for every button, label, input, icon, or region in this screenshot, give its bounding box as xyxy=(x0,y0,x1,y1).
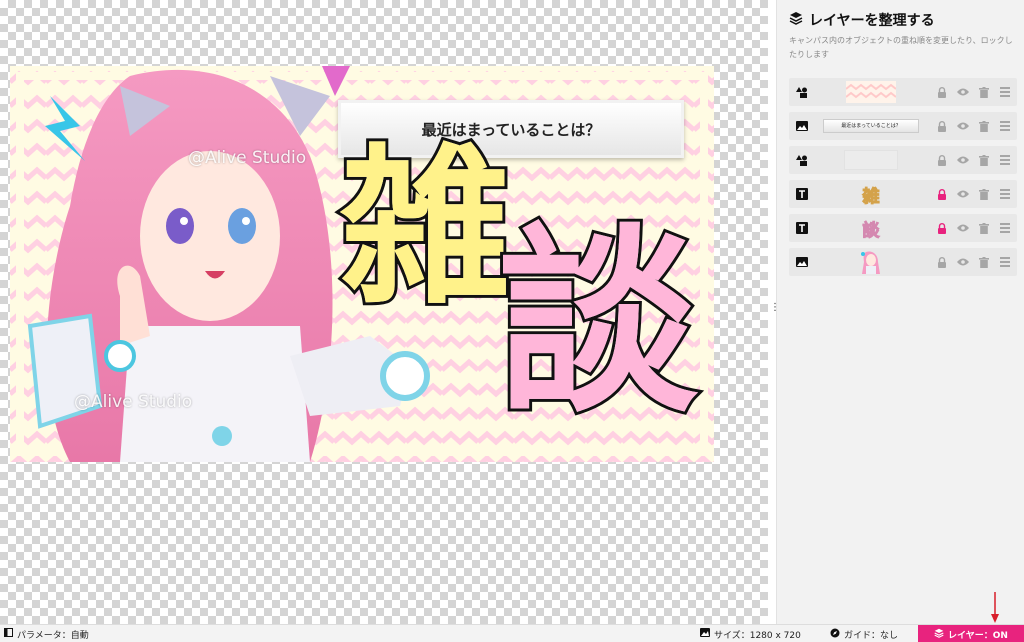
lock-icon[interactable] xyxy=(936,222,948,234)
lock-icon[interactable] xyxy=(936,154,948,166)
sidebar-toggle-icon xyxy=(4,628,13,640)
layer-thumbnail: 雑 xyxy=(823,183,919,207)
eye-icon[interactable] xyxy=(957,256,969,268)
panel-title: レイヤーを整理する xyxy=(789,10,935,30)
canvas-area[interactable]: 最近はまっていることは？ 雑 談 @Alive Studio @Alive St… xyxy=(0,0,768,624)
menu-icon[interactable] xyxy=(999,222,1011,234)
layer-list: 最近はまっていることは？ 雑 談 xyxy=(789,78,1017,282)
layer-thumbnail xyxy=(823,149,919,171)
image-layer-icon xyxy=(795,119,809,133)
shape-layer-icon xyxy=(795,85,809,99)
eye-icon[interactable] xyxy=(957,120,969,132)
guide-label: ガイド：なし xyxy=(844,630,899,641)
panel-description: キャンパス内のオブジェクトの重ね順を変更したり、ロックしたりします xyxy=(789,36,1013,59)
size-setting[interactable]: サイズ：1280 x 720 xyxy=(700,625,801,642)
layers-panel: レイヤーを整理する キャンパス内のオブジェクトの重ね順を変更したり、ロックしたり… xyxy=(776,0,1024,624)
big-text-zatsu[interactable]: 雑 xyxy=(337,141,513,317)
layer-thumbnail xyxy=(823,81,919,103)
shape-layer-icon xyxy=(795,153,809,167)
layer-thumbnail-title-bar: 最近はまっていることは？ xyxy=(823,119,919,133)
app-root: 最近はまっていることは？ 雑 談 @Alive Studio @Alive St… xyxy=(0,0,1024,642)
eye-icon[interactable] xyxy=(957,188,969,200)
annotation-arrow-icon xyxy=(991,592,999,623)
layer-row[interactable]: 談 xyxy=(789,214,1017,242)
layer-row[interactable] xyxy=(789,78,1017,106)
layer-toggle-label: レイヤー：ON xyxy=(948,630,1008,641)
image-layer-icon xyxy=(795,255,809,269)
trash-icon[interactable] xyxy=(978,256,990,268)
trash-icon[interactable] xyxy=(978,120,990,132)
layer-row[interactable]: 最近はまっていることは？ xyxy=(789,112,1017,140)
menu-icon[interactable] xyxy=(999,188,1011,200)
menu-icon[interactable] xyxy=(999,256,1011,268)
layer-row[interactable] xyxy=(789,248,1017,276)
menu-icon[interactable] xyxy=(999,154,1011,166)
panel-title-text: レイヤーを整理する xyxy=(809,13,935,29)
layer-row[interactable]: 雑 xyxy=(789,180,1017,208)
eye-icon[interactable] xyxy=(957,86,969,98)
layer-thumbnail: 談 xyxy=(823,217,919,241)
panel-resize-handle[interactable]: ⋮ xyxy=(770,303,780,318)
layer-thumbnail-text: 談 xyxy=(862,220,880,241)
lock-icon[interactable] xyxy=(936,86,948,98)
size-label: サイズ：1280 x 720 xyxy=(714,630,801,641)
lock-icon[interactable] xyxy=(936,120,948,132)
thumbnail-canvas[interactable]: 最近はまっていることは？ 雑 談 @Alive Studio @Alive St… xyxy=(10,66,714,462)
guide-setting[interactable]: ガイド：なし xyxy=(830,625,898,642)
layers-icon xyxy=(789,11,803,29)
big-text-dan[interactable]: 談 xyxy=(495,221,701,427)
layer-thumbnail xyxy=(823,251,919,274)
params-label: パラメータ：自動 xyxy=(17,630,89,641)
trash-icon[interactable] xyxy=(978,222,990,234)
eye-icon[interactable] xyxy=(957,222,969,234)
layer-thumbnail: 最近はまっていることは？ xyxy=(823,115,919,137)
watermark-top: @Alive Studio xyxy=(188,148,307,168)
layers-icon xyxy=(934,628,944,641)
text-layer-icon xyxy=(795,187,809,201)
compass-icon xyxy=(830,628,840,641)
eye-icon[interactable] xyxy=(957,154,969,166)
image-size-icon xyxy=(700,628,710,640)
lock-icon[interactable] xyxy=(936,256,948,268)
menu-icon[interactable] xyxy=(999,120,1011,132)
layer-toggle-button[interactable]: レイヤー：ON xyxy=(918,625,1024,642)
params-toggle[interactable]: パラメータ：自動 xyxy=(4,625,89,642)
layer-row[interactable] xyxy=(789,146,1017,174)
trash-icon[interactable] xyxy=(978,154,990,166)
lock-icon[interactable] xyxy=(936,188,948,200)
text-layer-icon xyxy=(795,221,809,235)
layer-thumbnail-text: 雑 xyxy=(862,186,880,207)
trash-icon[interactable] xyxy=(978,86,990,98)
trash-icon[interactable] xyxy=(978,188,990,200)
menu-icon[interactable] xyxy=(999,86,1011,98)
bottom-toolbar: パラメータ：自動 サイズ：1280 x 720 ガイド：なし レイヤー：ON xyxy=(0,624,1024,642)
watermark-bottom: @Alive Studio xyxy=(74,392,193,412)
